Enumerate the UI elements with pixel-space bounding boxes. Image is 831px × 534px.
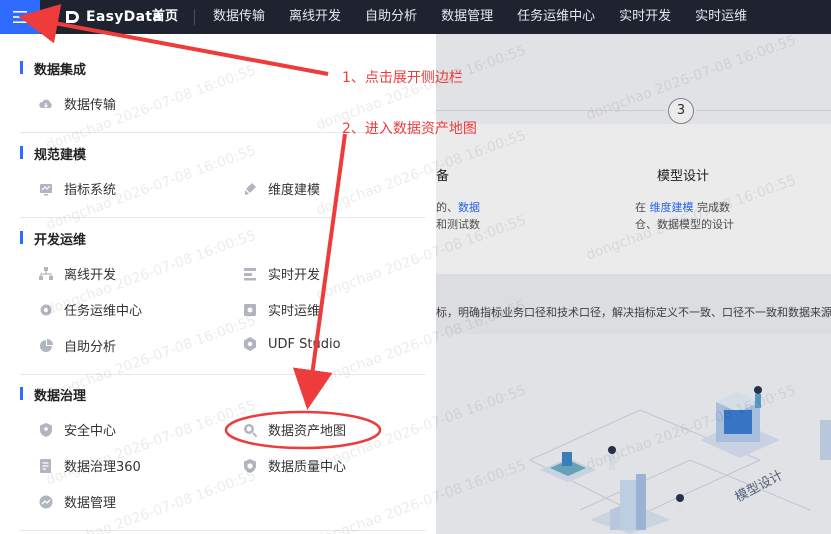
sidebar-item-self-analysis[interactable]: 自助分析	[38, 336, 116, 355]
annotation-step-1: 1、点击展开侧边栏	[342, 70, 463, 86]
monitor-icon	[242, 302, 258, 318]
nav-self-analysis[interactable]: 自助分析	[353, 0, 429, 34]
nav-home[interactable]: 首页	[140, 0, 192, 34]
nav-realtime-ops[interactable]: 实时运维	[683, 0, 759, 34]
pie-icon	[38, 338, 54, 354]
logo-icon	[66, 11, 79, 23]
sidebar-item-label: UDF Studio	[268, 336, 341, 352]
sidebar-item-label: 实时运维	[268, 304, 321, 319]
section-title-data-integration: 数据集成	[20, 59, 86, 78]
sidebar-item-udf-studio[interactable]: UDF Studio	[242, 336, 341, 352]
sidebar-item-label: 自助分析	[64, 340, 117, 355]
sidebar-item-data-asset-map[interactable]: 数据资产地图	[242, 420, 346, 439]
cloud-icon	[38, 96, 54, 112]
sidebar-item-data-quality[interactable]: 数据质量中心	[242, 456, 346, 475]
sidebar-item-label: 数据传输	[64, 98, 117, 113]
gear-icon	[38, 302, 54, 318]
sidebar-item-realtime-dev[interactable]: 实时开发	[242, 264, 320, 283]
sidebar-item-label: 数据管理	[64, 496, 117, 511]
section-divider	[20, 530, 426, 531]
nav-realtime-dev[interactable]: 实时开发	[607, 0, 683, 34]
nav-offline-dev[interactable]: 离线开发	[277, 0, 353, 34]
tree-icon	[38, 266, 54, 282]
nav-task-ops[interactable]: 任务运维中心	[505, 0, 607, 34]
main-nav: 首页 数据传输 离线开发 自助分析 数据管理 任务运维中心 实时开发 实时运维	[140, 0, 759, 34]
section-title-modeling: 规范建模	[20, 144, 86, 163]
shield-check-icon	[242, 458, 258, 474]
sidebar-item-label: 指标系统	[64, 183, 117, 198]
top-navigation-bar: EasyData 首页 数据传输 离线开发 自助分析 数据管理 任务运维中心 实…	[0, 0, 831, 34]
section-title-data-governance: 数据治理	[20, 385, 86, 404]
sidebar-item-label: 数据治理360	[64, 460, 141, 475]
nav-data-transfer[interactable]: 数据传输	[201, 0, 277, 34]
sidebar-item-label: 安全中心	[64, 424, 117, 439]
map-search-icon	[242, 422, 258, 438]
sidebar-item-label: 任务运维中心	[64, 304, 143, 319]
sidebar-item-label: 数据资产地图	[268, 424, 347, 439]
sidebar-item-label: 数据质量中心	[268, 460, 347, 475]
doc-icon	[38, 458, 54, 474]
brush-icon	[242, 181, 258, 197]
sidebar-item-label: 离线开发	[64, 268, 117, 283]
sidebar-item-realtime-ops[interactable]: 实时运维	[242, 300, 320, 319]
menu-icon	[13, 11, 27, 23]
sidebar-item-security-center[interactable]: 安全中心	[38, 420, 116, 439]
expanded-sidebar: 数据集成 数据传输 规范建模 指标系统 维度建模 开发运维 离线开发 实时开发	[0, 34, 436, 534]
chart-icon	[38, 494, 54, 510]
sidebar-item-label: 实时开发	[268, 268, 321, 283]
section-title-dev-ops: 开发运维	[20, 229, 86, 248]
sidebar-item-label: 维度建模	[268, 183, 321, 198]
sidebar-toggle-button[interactable]	[0, 0, 40, 34]
nav-data-management[interactable]: 数据管理	[429, 0, 505, 34]
stream-icon	[242, 266, 258, 282]
sidebar-item-data-management[interactable]: 数据管理	[38, 492, 116, 511]
section-divider	[20, 374, 426, 375]
section-divider	[20, 217, 426, 218]
metric-icon	[38, 181, 54, 197]
annotation-step-2: 2、进入数据资产地图	[342, 121, 477, 137]
nav-divider	[194, 9, 196, 25]
shield-icon	[38, 422, 54, 438]
overlay-mask[interactable]	[436, 34, 831, 534]
sidebar-item-metric-system[interactable]: 指标系统	[38, 179, 116, 198]
sidebar-item-task-ops[interactable]: 任务运维中心	[38, 300, 142, 319]
sidebar-item-offline-dev[interactable]: 离线开发	[38, 264, 116, 283]
sidebar-item-governance-360[interactable]: 数据治理360	[38, 456, 141, 475]
sidebar-item-dimension-modeling[interactable]: 维度建模	[242, 179, 320, 198]
sidebar-item-data-transfer[interactable]: 数据传输	[38, 94, 116, 113]
hexagon-icon	[242, 336, 258, 352]
